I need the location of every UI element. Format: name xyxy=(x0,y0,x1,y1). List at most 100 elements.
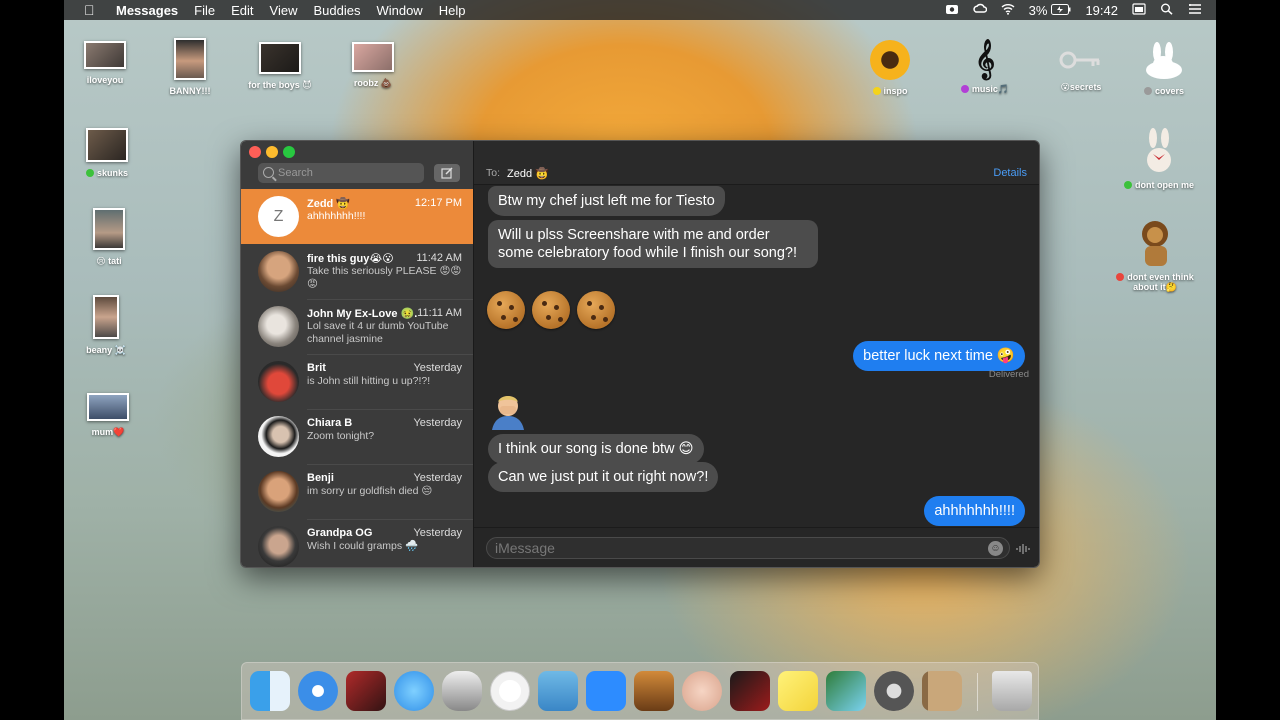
menu-file[interactable]: File xyxy=(194,3,215,18)
close-button[interactable] xyxy=(249,146,261,158)
avatar xyxy=(258,471,299,512)
battery-icon[interactable] xyxy=(1051,3,1071,18)
contacts-icon[interactable] xyxy=(922,671,962,711)
photo-thumbnail xyxy=(93,208,125,250)
search-icon xyxy=(263,167,274,178)
message-bubble-incoming[interactable]: I think our song is done btw 😊 xyxy=(488,434,704,464)
recipient-name[interactable]: Zedd 🤠 xyxy=(507,167,549,180)
menu-buddies[interactable]: Buddies xyxy=(313,3,360,18)
memoji-app-icon[interactable] xyxy=(682,671,722,711)
notification-center-icon[interactable] xyxy=(1188,3,1202,18)
message-input[interactable]: iMessage ☺ xyxy=(486,537,1010,559)
details-button[interactable]: Details xyxy=(993,167,1027,179)
to-label: To: xyxy=(486,167,501,179)
chat-header: To: Zedd 🤠 Details xyxy=(474,141,1039,185)
menu-window[interactable]: Window xyxy=(376,3,422,18)
desktop-label: skunks xyxy=(96,168,129,178)
zoom-button[interactable] xyxy=(283,146,295,158)
wifi-icon[interactable] xyxy=(1001,3,1015,18)
minimize-button[interactable] xyxy=(266,146,278,158)
safari-icon[interactable] xyxy=(298,671,338,711)
bunny-icon xyxy=(1142,42,1186,80)
audio-record-icon[interactable] xyxy=(1016,543,1032,555)
sequel-pro-icon[interactable] xyxy=(538,671,578,711)
menu-view[interactable]: View xyxy=(270,3,298,18)
menu-edit[interactable]: Edit xyxy=(231,3,253,18)
apple-menu-icon[interactable]:  xyxy=(84,3,98,17)
conversation-item-chiara[interactable]: Chiara B Yesterday Zoom tonight? xyxy=(241,409,473,464)
photo-thumbnail xyxy=(174,38,206,80)
desktop-label: dont open me xyxy=(1135,180,1194,190)
desktop-folder-mum[interactable]: mum❤️ xyxy=(64,393,153,438)
desktop-label: 😢 tati xyxy=(96,256,122,266)
photo-thumbnail xyxy=(86,128,128,162)
treble-clef-icon: 𝄞 xyxy=(974,40,996,78)
messages-icon[interactable] xyxy=(394,671,434,711)
desktop-label: BANNY!!! xyxy=(169,86,211,96)
inkscape-icon[interactable] xyxy=(442,671,482,711)
desktop-label: roobz 💩 xyxy=(353,78,393,88)
desktop-folder-tati[interactable]: 😢 tati xyxy=(64,208,154,267)
desktop-folder-dont-even-think-about-it[interactable]: dont even think about it🤔 xyxy=(1110,218,1200,293)
conversation-item-benji[interactable]: Benji Yesterday im sorry ur goldfish die… xyxy=(241,464,473,519)
menu-help[interactable]: Help xyxy=(439,3,466,18)
message-bubble-incoming[interactable]: Will u plss Screenshare with me and orde… xyxy=(488,220,818,268)
menu-clock[interactable]: 19:42 xyxy=(1085,3,1118,18)
conversation-name: John My Ex-Love 🤢... xyxy=(307,308,417,320)
calendar-icon[interactable] xyxy=(1132,2,1146,18)
trash-icon[interactable] xyxy=(992,671,1032,711)
desktop-label: iloveyou xyxy=(86,75,124,85)
finder-icon[interactable] xyxy=(250,671,290,711)
desktop-folder-dont-open-me[interactable]: dont open me xyxy=(1114,128,1204,190)
tag-dot xyxy=(872,87,881,95)
conversation-item-john[interactable]: John My Ex-Love 🤢... 11:11 AM Lol save i… xyxy=(241,299,473,354)
conversation-item-grandpa[interactable]: Grandpa OG Yesterday Wish I could gramps… xyxy=(241,519,473,567)
music-icon[interactable] xyxy=(490,671,530,711)
desktop-folder-music[interactable]: 𝄞 music🎵 xyxy=(940,36,1030,95)
conversation-preview: Zoom tonight? xyxy=(307,430,375,442)
desktop-folder-iloveyou[interactable]: iloveyou xyxy=(64,41,150,85)
photo-thumbnail xyxy=(352,42,394,72)
conversation-name: Grandpa OG xyxy=(307,527,373,539)
garageband-icon[interactable] xyxy=(634,671,674,711)
sunflower-icon xyxy=(870,40,910,80)
message-bubble-incoming[interactable]: Btw my chef just left me for Tiesto xyxy=(488,186,725,216)
app-menu[interactable]: Messages xyxy=(116,3,178,18)
conversation-item-fire-this-guy[interactable]: fire this guy😭😮 11:42 AM Take this serio… xyxy=(241,244,473,299)
photo-booth-icon[interactable] xyxy=(346,671,386,711)
photo-thumbnail xyxy=(87,393,129,421)
camera-icon[interactable] xyxy=(945,3,959,18)
conversation-item-brit[interactable]: Brit Yesterday is John still hitting u u… xyxy=(241,354,473,409)
creative-cloud-icon[interactable] xyxy=(973,3,987,18)
compose-button[interactable] xyxy=(434,164,460,182)
desktop-folder-inspo[interactable]: inspo xyxy=(845,40,935,96)
message-bubble-outgoing[interactable]: better luck next time 🤪 xyxy=(853,341,1025,371)
emoji-picker-icon[interactable]: ☺ xyxy=(988,541,1003,556)
conversation-preview: Wish I could gramps 🌧️ xyxy=(307,540,419,552)
compose-icon xyxy=(441,167,453,179)
desktop-label: beany ☠️ xyxy=(86,345,126,355)
desktop-folder-beany[interactable]: beany ☠️ xyxy=(64,295,151,356)
message-bubble-outgoing[interactable]: ahhhhhhh!!!! xyxy=(924,496,1025,526)
spotlight-search-icon[interactable] xyxy=(1160,3,1174,18)
system-preferences-icon[interactable] xyxy=(874,671,914,711)
desktop-folder-roobz[interactable]: roobz 💩 xyxy=(328,42,418,89)
preview-icon[interactable] xyxy=(826,671,866,711)
conversation-time: Yesterday xyxy=(413,362,462,374)
conversation-time: Yesterday xyxy=(413,472,462,484)
search-field[interactable]: Search xyxy=(258,163,424,183)
desktop-folder-banny[interactable]: BANNY!!! xyxy=(145,38,235,96)
photo-editor-icon[interactable] xyxy=(730,671,770,711)
message-bubble-incoming[interactable]: Can we just put it out right now?! xyxy=(488,462,719,492)
desktop-folder-covers[interactable]: covers xyxy=(1119,42,1209,96)
desktop-folder-for-the-boys[interactable]: for the boys 😈 xyxy=(235,42,325,91)
conversation-time: Yesterday xyxy=(413,527,462,539)
photo-thumbnail xyxy=(259,42,301,74)
stickies-icon[interactable] xyxy=(778,671,818,711)
desktop-folder-skunks[interactable]: skunks xyxy=(64,128,152,178)
zoom-icon[interactable] xyxy=(586,671,626,711)
conversation-item-zedd[interactable]: Z Zedd 🤠 12:17 PM ahhhhhhh!!!! xyxy=(241,189,473,244)
desktop-folder-secrets[interactable]: 😮secrets xyxy=(1036,44,1126,93)
key-icon xyxy=(1058,44,1104,76)
lion-icon xyxy=(1133,218,1177,268)
